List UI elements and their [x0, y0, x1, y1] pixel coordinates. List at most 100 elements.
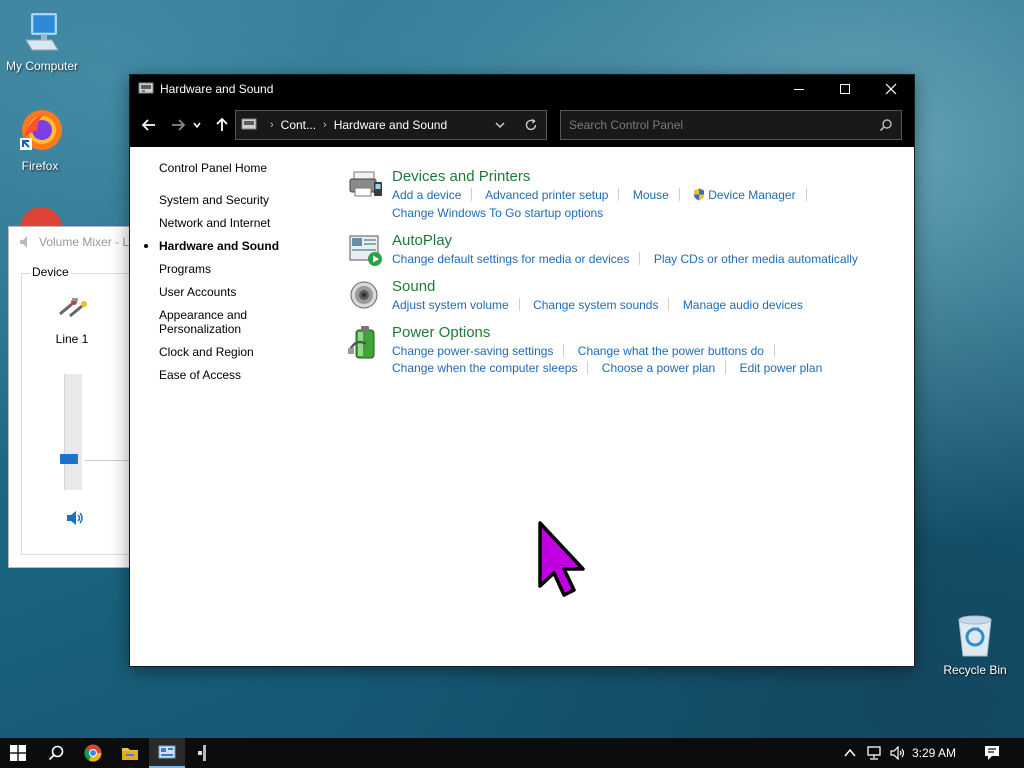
recent-locations-chevron-icon[interactable] — [190, 113, 204, 137]
recycle-bin-icon — [933, 612, 1017, 661]
advanced-printer-setup-link[interactable]: Advanced printer setup — [485, 188, 608, 202]
window-titlebar[interactable]: Hardware and Sound — [130, 75, 914, 103]
manage-audio-devices-link[interactable]: Manage audio devices — [683, 298, 803, 312]
audio-cable-icon[interactable] — [56, 294, 88, 325]
link-divider — [668, 298, 670, 311]
link-divider — [587, 361, 589, 374]
autoplay-icon — [348, 232, 384, 268]
volume-slider-track[interactable] — [64, 374, 82, 490]
show-hidden-icons-chevron-icon[interactable] — [838, 738, 862, 768]
up-button[interactable] — [210, 113, 234, 137]
link-divider — [805, 188, 807, 201]
uac-shield-icon — [693, 188, 708, 202]
mouse-cursor-icon — [537, 520, 593, 603]
breadcrumb-separator-icon: › — [323, 119, 327, 131]
control-panel-window[interactable]: Hardware and Sound › Cont... › Hardware … — [130, 75, 914, 666]
firefox-icon — [0, 108, 82, 157]
nav-programs[interactable]: Programs — [159, 262, 329, 276]
volume-slider-thumb[interactable] — [60, 454, 78, 464]
file-explorer-taskbar-icon[interactable] — [112, 738, 148, 768]
device-name: Line 1 — [55, 332, 89, 346]
left-navigation: Control Panel Home System and Security N… — [144, 161, 329, 391]
speaker-icon — [348, 278, 384, 314]
link-row: Add a device Advanced printer setup Mous… — [392, 188, 817, 203]
active-bullet-icon — [144, 244, 148, 248]
choose-a-power-plan-link[interactable]: Choose a power plan — [602, 361, 715, 375]
link-divider — [618, 188, 620, 201]
power-options-link[interactable]: Power Options — [392, 324, 490, 342]
edit-power-plan-link[interactable]: Edit power plan — [740, 361, 823, 375]
printer-icon — [348, 168, 384, 204]
window-title: Hardware and Sound — [160, 82, 274, 96]
desktop-icon-label: Firefox — [21, 159, 59, 173]
nav-appearance-and-personalization[interactable]: Appearance and Personalization — [159, 308, 259, 336]
network-icon[interactable] — [862, 738, 886, 768]
change-power-buttons-link[interactable]: Change what the power buttons do — [578, 344, 764, 358]
devices-and-printers-link[interactable]: Devices and Printers — [392, 168, 530, 186]
link-row: Change default settings for media or dev… — [392, 252, 858, 267]
volume-icon[interactable] — [886, 738, 910, 768]
chrome-taskbar-icon[interactable] — [75, 738, 111, 768]
volume-mixer-title: Volume Mixer - Li — [39, 235, 132, 249]
address-dropdown-chevron-icon[interactable] — [494, 118, 506, 135]
search-input[interactable] — [561, 111, 861, 139]
nav-user-accounts[interactable]: User Accounts — [159, 285, 329, 299]
change-system-sounds-link[interactable]: Change system sounds — [533, 298, 658, 312]
nav-ease-of-access[interactable]: Ease of Access — [159, 368, 329, 382]
volume-mixer-taskbar-icon[interactable] — [186, 738, 222, 768]
sound-link[interactable]: Sound — [392, 278, 435, 296]
navigation-bar: › Cont... › Hardware and Sound — [130, 103, 914, 147]
action-center-icon[interactable] — [974, 738, 1010, 768]
control-panel-taskbar-icon[interactable] — [149, 738, 185, 768]
control-panel-content: Control Panel Home System and Security N… — [130, 147, 914, 666]
adjust-system-volume-link[interactable]: Adjust system volume — [392, 298, 509, 312]
close-button[interactable] — [868, 75, 914, 103]
refresh-icon[interactable] — [524, 118, 538, 135]
address-bar[interactable]: › Cont... › Hardware and Sound — [235, 110, 547, 140]
link-divider — [563, 344, 565, 357]
mouse-link[interactable]: Mouse — [633, 188, 669, 202]
breadcrumb-separator-icon: › — [270, 119, 274, 131]
volume-mixer-window[interactable]: Volume Mixer - Li Device Line 1 — [8, 226, 136, 568]
change-power-saving-settings-link[interactable]: Change power-saving settings — [392, 344, 553, 358]
search-taskbar-icon[interactable] — [38, 738, 74, 768]
play-cds-automatically-link[interactable]: Play CDs or other media automatically — [654, 252, 858, 266]
breadcrumb-control-panel[interactable]: Cont... — [281, 118, 316, 132]
minimize-button[interactable] — [776, 75, 822, 103]
search-box[interactable] — [560, 110, 902, 140]
link-row: Adjust system volume Change system sound… — [392, 298, 803, 313]
nav-control-panel-home[interactable]: Control Panel Home — [159, 161, 329, 175]
forward-button[interactable] — [166, 113, 190, 137]
nav-hardware-and-sound[interactable]: Hardware and Sound — [144, 239, 329, 253]
device-manager-link[interactable]: Device Manager — [708, 188, 795, 202]
desktop-icon-firefox[interactable]: Firefox — [0, 108, 82, 173]
taskbar: 3:29 AM — [0, 738, 1024, 768]
device-group-label: Device — [30, 265, 71, 279]
desktop-icon-recycle-bin[interactable]: Recycle Bin — [933, 612, 1017, 677]
search-icon[interactable] — [879, 118, 893, 137]
autoplay-link[interactable]: AutoPlay — [392, 232, 452, 250]
nav-label: Hardware and Sound — [159, 239, 280, 253]
computer-icon — [0, 10, 84, 57]
link-row: Change when the computer sleeps Choose a… — [392, 361, 822, 376]
breadcrumb-hardware-and-sound[interactable]: Hardware and Sound — [334, 118, 447, 132]
nav-clock-and-region[interactable]: Clock and Region — [159, 345, 329, 359]
start-button[interactable] — [0, 738, 36, 768]
volume-tick-line — [84, 460, 136, 461]
control-panel-icon — [241, 116, 257, 135]
taskbar-clock[interactable]: 3:29 AM — [912, 738, 956, 768]
nav-system-and-security[interactable]: System and Security — [159, 193, 329, 207]
back-button[interactable] — [137, 113, 161, 137]
maximize-button[interactable] — [822, 75, 868, 103]
change-windows-to-go-startup-options-link[interactable]: Change Windows To Go startup options — [392, 206, 603, 220]
volume-mixer-titlebar[interactable]: Volume Mixer - Li — [9, 227, 132, 257]
change-default-settings-link[interactable]: Change default settings for media or dev… — [392, 252, 629, 266]
add-a-device-link[interactable]: Add a device — [392, 188, 461, 202]
change-when-computer-sleeps-link[interactable]: Change when the computer sleeps — [392, 361, 577, 375]
link-divider — [773, 344, 775, 357]
mute-speaker-icon[interactable] — [66, 510, 84, 531]
nav-network-and-internet[interactable]: Network and Internet — [159, 216, 329, 230]
desktop-icon-my-computer[interactable]: My Computer — [0, 10, 84, 73]
desktop-icon-label: My Computer — [5, 59, 79, 73]
device-group: Device Line 1 — [21, 265, 136, 555]
